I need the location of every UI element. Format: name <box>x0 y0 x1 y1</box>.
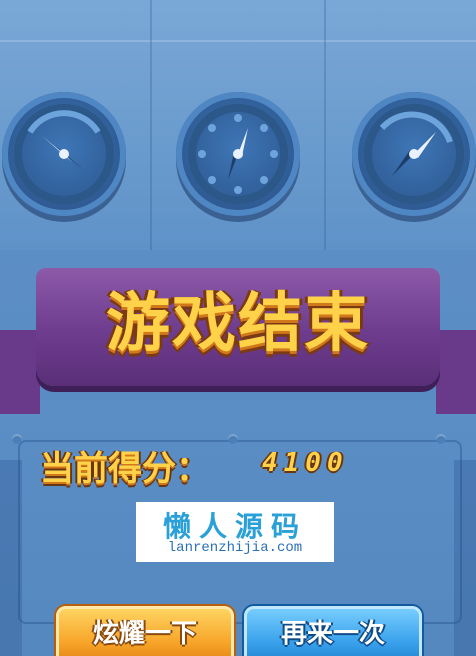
dashboard-rib <box>324 0 326 250</box>
game-over-screen: 游戏结束 当前得分： 4100 懒人源码 lanrenzhijia.com 炫耀… <box>0 0 476 656</box>
watermark: 懒人源码 lanrenzhijia.com <box>136 502 334 562</box>
score-value: 4100 <box>262 448 349 478</box>
bolt-icon <box>12 434 22 444</box>
watermark-url: lanrenzhijia.com <box>167 540 303 556</box>
watermark-name: 懒人源码 <box>162 512 307 543</box>
dashboard-rib <box>150 0 152 250</box>
play-again-button[interactable]: 再来一次 <box>244 606 422 656</box>
right-gauge-icon <box>352 92 476 216</box>
score-label: 当前得分： <box>40 450 210 488</box>
game-over-title: 游戏结束 <box>106 287 370 359</box>
bolt-icon <box>436 434 446 444</box>
center-gauge-icon <box>176 92 300 216</box>
bolt-icon <box>228 434 238 444</box>
show-off-button[interactable]: 炫耀一下 <box>56 606 234 656</box>
left-gauge-icon <box>2 92 126 216</box>
